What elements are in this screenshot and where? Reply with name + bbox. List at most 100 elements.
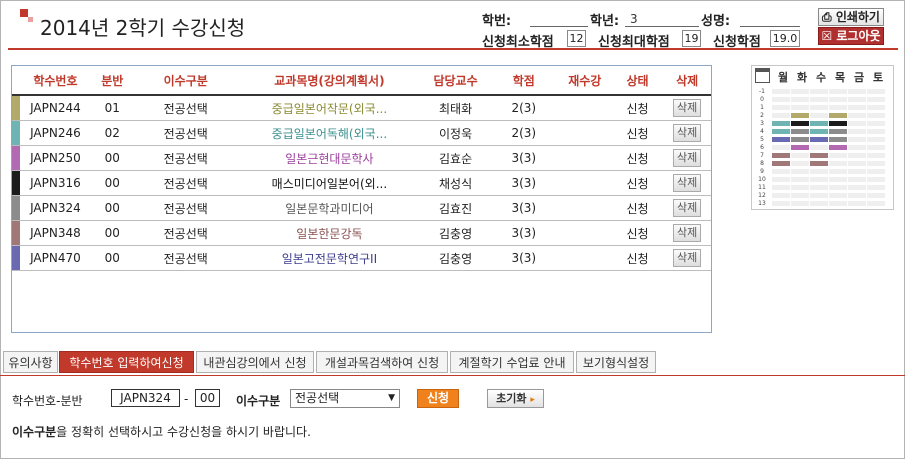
- delete-cell: 삭제: [663, 95, 711, 121]
- tab-5[interactable]: 계절학기 수업료 안내: [450, 351, 574, 373]
- timetable-cell: [810, 169, 828, 174]
- section-input[interactable]: 00: [195, 389, 220, 407]
- timetable-cell: [791, 105, 809, 110]
- timetable-cell: [848, 129, 866, 134]
- course-retake: [557, 170, 612, 196]
- timetable-cell: [791, 161, 809, 166]
- timetable-cell: [867, 201, 885, 206]
- timetable-cell: [829, 137, 847, 142]
- course-status: 신청: [611, 95, 664, 121]
- min-credit-value: 12: [567, 30, 586, 47]
- course-code: JAPN316: [20, 170, 91, 196]
- timetable-cell: [829, 113, 847, 118]
- timetable-cell: [848, 161, 866, 166]
- course-type: 전공선택: [134, 220, 238, 246]
- course-retake: [557, 95, 612, 121]
- delete-button[interactable]: 삭제: [673, 224, 702, 242]
- course-name-link[interactable]: 일본근현대문학사: [237, 145, 422, 171]
- timetable-cell: [848, 193, 866, 198]
- print-button-label: 인쇄하기: [835, 10, 880, 24]
- course-name-link[interactable]: 일본고전문학연구II: [237, 245, 422, 271]
- delete-cell: 삭제: [663, 120, 711, 146]
- delete-button[interactable]: 삭제: [673, 149, 702, 167]
- timetable-cell: [810, 161, 828, 166]
- timetable-cell: [772, 177, 790, 182]
- notice-body: 을 정확히 선택하시고 수강신청을 하시기 바랍니다.: [56, 425, 311, 439]
- timetable-period-label: 12: [758, 192, 766, 199]
- timetable-cell: [867, 121, 885, 126]
- course-code: JAPN250: [20, 145, 91, 171]
- timetable-cell: [867, 169, 885, 174]
- column-header-status: 상태: [611, 66, 664, 96]
- tab-4[interactable]: 개설과목검색하여 신청: [316, 351, 448, 373]
- tab-1[interactable]: 유의사항: [3, 351, 58, 373]
- color-strip: [12, 195, 21, 221]
- delete-button[interactable]: 삭제: [673, 174, 702, 192]
- course-professor: 채성식: [421, 170, 490, 196]
- course-section: 01: [90, 95, 134, 121]
- delete-cell: 삭제: [663, 170, 711, 196]
- timetable-cell: [848, 177, 866, 182]
- tab-2[interactable]: 학수번호 입력하여신청: [59, 351, 194, 373]
- timetable-period-label: 2: [760, 112, 764, 119]
- timetable-cell: [867, 153, 885, 158]
- timetable-cell: [829, 169, 847, 174]
- timetable-cell: [810, 129, 828, 134]
- course-code: JAPN246: [20, 120, 91, 146]
- course-code: JAPN324: [20, 195, 91, 221]
- apply-button[interactable]: 신청: [417, 389, 459, 408]
- delete-button[interactable]: 삭제: [673, 124, 702, 142]
- timetable-cell: [829, 161, 847, 166]
- course-name-link[interactable]: 매스미디어일본어(외...: [237, 170, 422, 196]
- timetable-cell: [772, 153, 790, 158]
- column-header-course-name: 교과목명(강의계획서): [237, 66, 422, 96]
- timetable-cell: [829, 129, 847, 134]
- course-credit: 3(3): [489, 195, 558, 221]
- course-name-link[interactable]: 일본한문강독: [237, 220, 422, 246]
- delete-cell: 삭제: [663, 245, 711, 271]
- timetable-day-header: 목: [835, 71, 846, 84]
- tabs-underline: [0, 375, 905, 376]
- timetable-cell: [810, 193, 828, 198]
- course-code-input[interactable]: JAPN324: [111, 389, 180, 407]
- course-type-select[interactable]: 전공선택 ▼: [290, 389, 400, 408]
- delete-button[interactable]: 삭제: [673, 199, 702, 217]
- color-strip: [12, 145, 21, 171]
- reset-button[interactable]: 초기화 ▸: [487, 389, 544, 408]
- timetable-period-label: 7: [760, 152, 764, 159]
- tab-3[interactable]: 내관심강의에서 신청: [196, 351, 314, 373]
- name-underline: [740, 26, 800, 27]
- timetable-period-label: 0: [760, 96, 764, 103]
- course-name-link[interactable]: 일본문학과미디어: [237, 195, 422, 221]
- timetable-cell: [810, 121, 828, 126]
- timetable-cell: [848, 97, 866, 102]
- notice-highlight: 이수구분: [12, 425, 57, 439]
- column-header-section: 분반: [90, 66, 134, 96]
- timetable-cell: [848, 89, 866, 94]
- course-name-link[interactable]: 중급일본어작문(외국...: [237, 95, 422, 121]
- course-row: JAPN470 00 전공선택 일본고전문학연구II 김충영 3(3) 신청 삭제: [12, 245, 711, 271]
- course-code: JAPN348: [20, 220, 91, 246]
- timetable-cell: [791, 137, 809, 142]
- course-section: 00: [90, 170, 134, 196]
- delete-button[interactable]: 삭제: [673, 99, 702, 117]
- color-strip: [12, 95, 21, 121]
- logout-button[interactable]: ☒ 로그아웃: [818, 27, 884, 45]
- column-header-code: 학수번호: [20, 66, 91, 96]
- timetable-cell: [810, 201, 828, 206]
- tab-6[interactable]: 보기형식설정: [576, 351, 656, 373]
- course-section: 02: [90, 120, 134, 146]
- timetable-cell: [772, 137, 790, 142]
- course-credit: 2(3): [489, 95, 558, 121]
- timetable-cell: [791, 129, 809, 134]
- course-credit: 2(3): [489, 120, 558, 146]
- course-name-link[interactable]: 중급일본어독해(외국...: [237, 120, 422, 146]
- timetable-cell: [791, 145, 809, 150]
- chevron-right-icon: ▸: [530, 395, 535, 405]
- course-list-panel: 학수번호 분반 이수구분 교과목명(강의계획서) 담당교수 학점 재수강 상태 …: [11, 65, 712, 333]
- course-type: 전공선택: [134, 170, 238, 196]
- delete-button[interactable]: 삭제: [673, 249, 702, 267]
- timetable-header: 월화수목금토: [752, 66, 893, 86]
- column-header-type: 이수구분: [134, 66, 238, 96]
- print-button[interactable]: ⎙ 인쇄하기: [818, 8, 884, 26]
